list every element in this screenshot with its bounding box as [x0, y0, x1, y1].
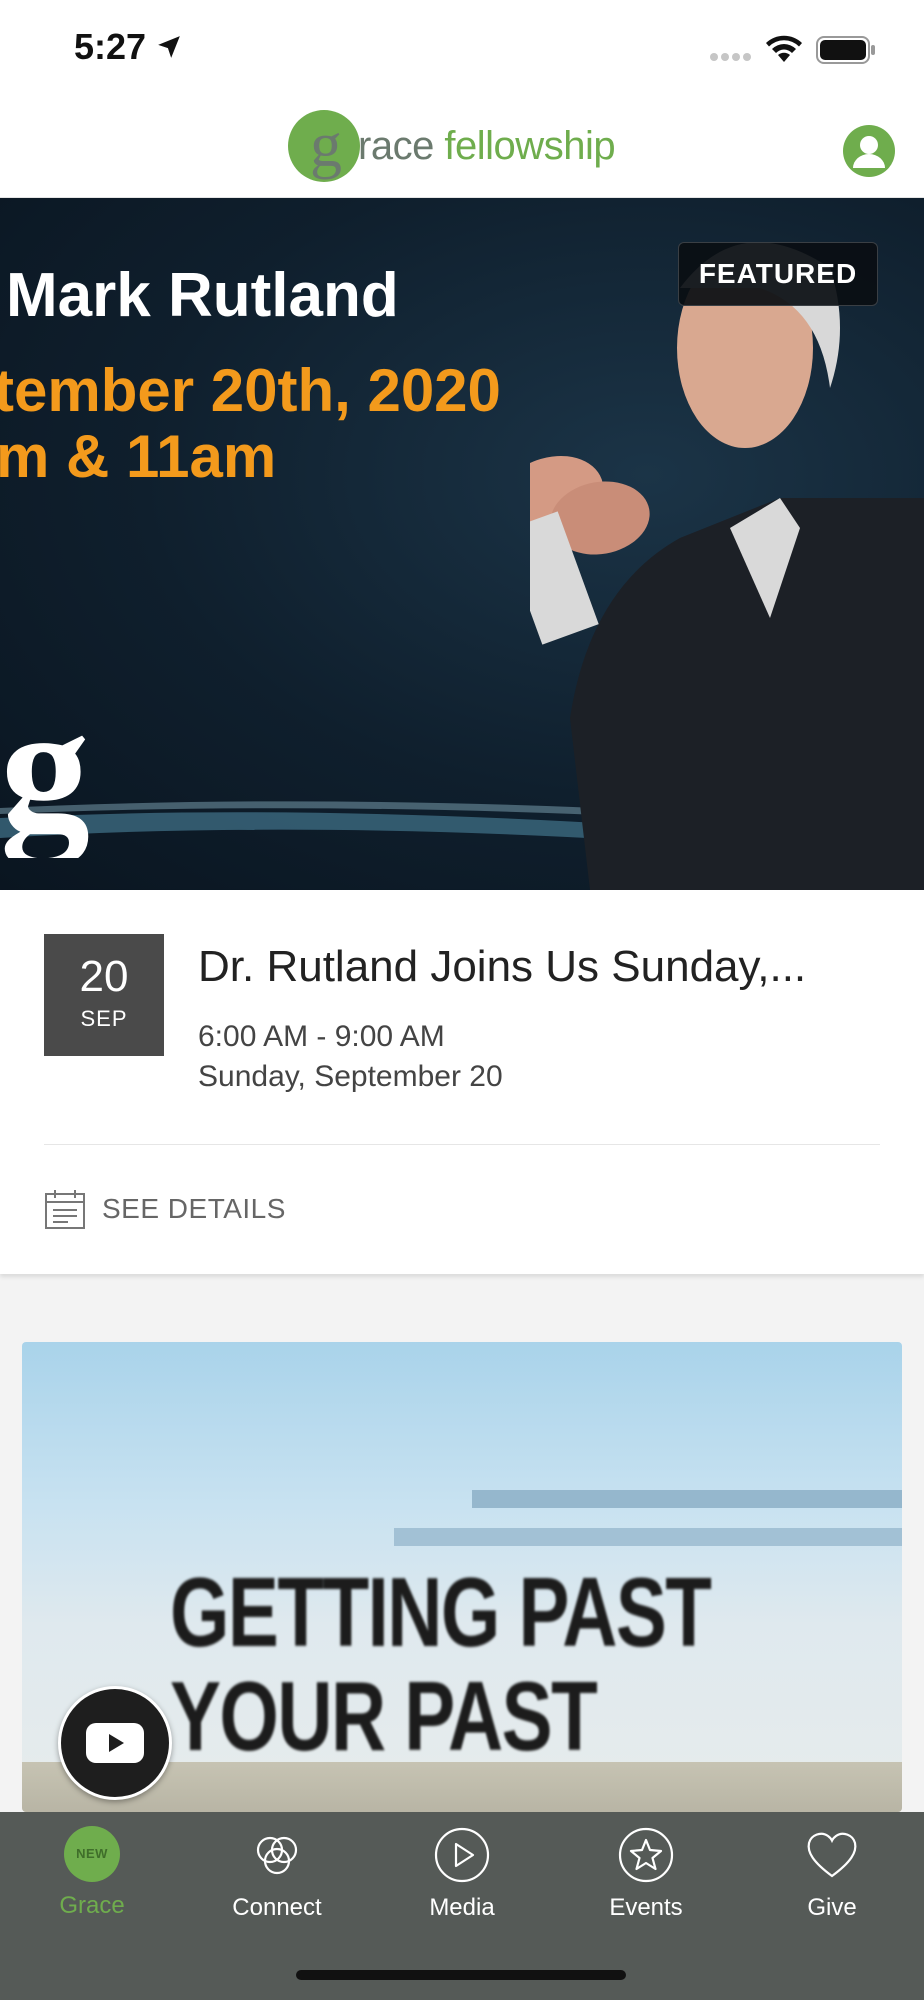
svg-text:g: g: [0, 678, 90, 858]
date-box: 20 SEP: [44, 934, 164, 1056]
tab-label: Events: [609, 1894, 683, 1921]
logo-g-icon: g: [288, 109, 360, 182]
tab-label: Media: [429, 1894, 495, 1921]
tab-events[interactable]: Events: [554, 1826, 738, 1936]
tab-media[interactable]: Media: [370, 1826, 554, 1936]
calendar-icon: [45, 1190, 85, 1229]
profile-icon[interactable]: [842, 124, 896, 178]
logo-text-green: fellowship: [433, 123, 616, 168]
banner-date: tember 20th, 2020: [0, 357, 501, 424]
media-stripe: [394, 1528, 902, 1546]
see-details-label: SEE DETAILS: [102, 1193, 286, 1224]
rings-icon: [256, 1836, 298, 1875]
battery-icon: [816, 36, 875, 64]
see-details-button[interactable]: SEE DETAILS: [44, 1188, 286, 1230]
tab-connect[interactable]: Connect: [185, 1826, 369, 1936]
banner-speaker-name: Mark Rutland: [6, 261, 399, 330]
tab-give[interactable]: Give: [740, 1826, 924, 1936]
logo-text-dark: race: [358, 123, 434, 168]
status-time: 5:27: [74, 26, 147, 67]
event-title[interactable]: Dr. Rutland Joins Us Sunday,...: [198, 942, 888, 992]
event-date: Sunday, September 20: [198, 1060, 503, 1093]
play-circle-icon: [434, 1827, 490, 1883]
signal-icon: [710, 53, 751, 61]
location-arrow-icon: [158, 36, 180, 58]
logo-text: race fellowship: [358, 123, 616, 169]
featured-banner[interactable]: Mark Rutland tember 20th, 2020 m & 11am …: [0, 198, 924, 890]
grace-fellowship-logo[interactable]: g race fellowship: [286, 108, 616, 184]
logo-letter: g: [310, 109, 342, 180]
event-card[interactable]: 20 SEP Dr. Rutland Joins Us Sunday,... 6…: [0, 890, 924, 1274]
media-stripe: [472, 1490, 902, 1508]
new-badge-icon: NEW: [64, 1826, 120, 1882]
tab-grace[interactable]: NEW Grace: [0, 1826, 184, 1936]
banner-logo-g: g: [0, 678, 90, 858]
date-day: 20: [79, 952, 129, 1001]
wifi-icon: [766, 35, 802, 62]
banner-times: m & 11am: [0, 423, 277, 490]
status-bar: 5:27: [0, 0, 924, 100]
app-header: g race fellowship: [0, 100, 924, 198]
home-indicator: [296, 1970, 626, 1980]
event-time: 6:00 AM - 9:00 AM: [198, 1020, 445, 1053]
media-title-line2: YOUR PAST: [170, 1661, 598, 1771]
featured-badge: FEATURED: [678, 242, 878, 306]
youtube-button[interactable]: [58, 1686, 172, 1800]
tab-label: Grace: [59, 1892, 125, 1919]
youtube-icon: [86, 1723, 144, 1763]
heart-icon: [807, 1832, 857, 1878]
media-title-line1: GETTING PAST: [170, 1557, 712, 1667]
tab-label: Give: [807, 1894, 857, 1921]
star-circle-icon: [618, 1827, 674, 1883]
date-month: SEP: [80, 1006, 128, 1031]
tab-label: Connect: [232, 1894, 322, 1921]
card-divider: [44, 1144, 880, 1145]
